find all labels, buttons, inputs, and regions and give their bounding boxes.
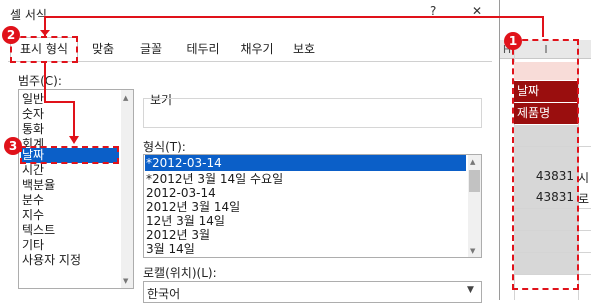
chevron-down-icon[interactable]: ▼: [467, 285, 474, 295]
format-item-selected[interactable]: *2012-03-14: [145, 155, 466, 171]
tab-border[interactable]: 테두리: [176, 38, 230, 60]
category-item[interactable]: 텍스트: [22, 223, 55, 238]
tab-alignment[interactable]: 맞춤: [80, 38, 126, 60]
category-item[interactable]: 일반: [22, 92, 44, 107]
format-item[interactable]: 3월 14일: [146, 241, 195, 257]
category-item[interactable]: 숫자: [22, 107, 44, 122]
locale-value: 한국어: [147, 287, 181, 301]
highlight-date-category: [20, 146, 119, 164]
category-item[interactable]: 지수: [22, 208, 44, 223]
annotation-connector: [73, 101, 75, 140]
category-scrollbar[interactable]: [121, 90, 133, 288]
locale-label: 로캘(위치)(L):: [143, 266, 217, 280]
annotation-connector: [44, 63, 46, 102]
dialog-title: 셀 서식: [10, 8, 47, 22]
highlight-column-i: [512, 39, 579, 290]
format-scroll-thumb[interactable]: [469, 170, 480, 192]
category-item[interactable]: 통화: [22, 122, 44, 137]
step-1-badge: 1: [504, 32, 522, 50]
annotation-connector: [542, 16, 544, 37]
step-3-badge: 3: [4, 137, 22, 155]
scroll-down-icon[interactable]: ▼: [123, 277, 128, 285]
category-item[interactable]: 분수: [22, 193, 44, 208]
format-label: 형식(T):: [143, 140, 186, 154]
category-item[interactable]: 기타: [22, 238, 44, 253]
tab-font[interactable]: 글꼴: [131, 38, 171, 60]
annotation-connector: [44, 101, 75, 103]
scroll-up-icon[interactable]: ▲: [123, 94, 128, 102]
overflow-text: 시: [578, 171, 590, 185]
category-item[interactable]: 백분율: [22, 178, 55, 193]
arrow-down-icon: [40, 30, 50, 36]
step-2-badge: 2: [2, 26, 20, 44]
arrow-down-icon: [69, 136, 79, 144]
scroll-down-icon[interactable]: ▼: [470, 247, 475, 255]
category-item[interactable]: 사용자 지정: [22, 253, 81, 268]
scroll-up-icon[interactable]: ▲: [470, 158, 475, 166]
category-item[interactable]: 시간: [22, 163, 44, 178]
sample-preview: [143, 98, 482, 128]
tab-protection[interactable]: 보호: [284, 38, 324, 60]
annotation-connector: [44, 16, 543, 18]
tab-fill[interactable]: 채우기: [232, 38, 282, 60]
overflow-text: 로: [578, 192, 590, 206]
column-header-j[interactable]: [578, 40, 591, 59]
category-label: 범주(C):: [18, 74, 62, 88]
highlight-number-tab: [10, 36, 78, 63]
